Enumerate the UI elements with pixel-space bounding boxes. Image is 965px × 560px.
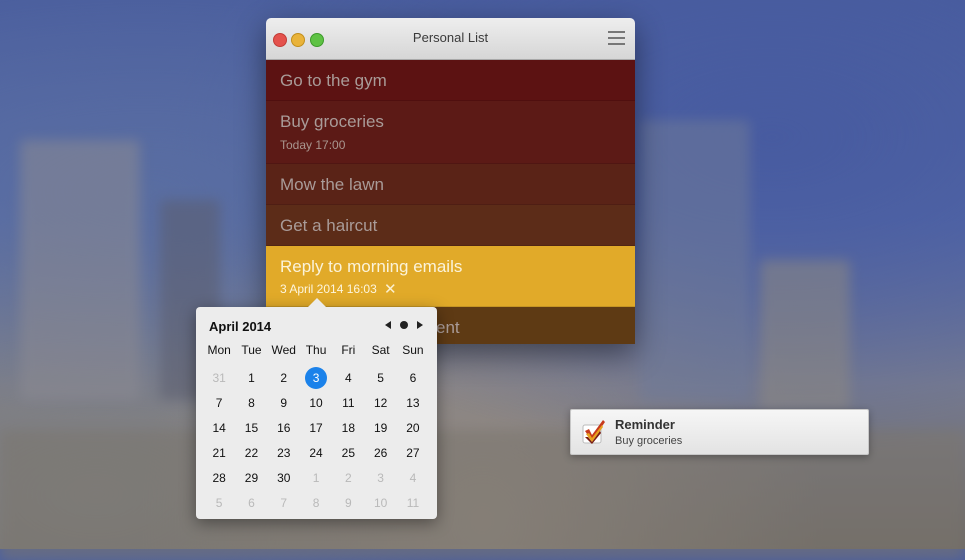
task-title: Go to the gym	[280, 71, 387, 90]
task-title: Buy groceries	[280, 112, 384, 131]
weekday-header: Sun	[402, 343, 424, 357]
task-item[interactable]: Go to the gym	[266, 60, 635, 101]
calendar-day-outside[interactable]: 8	[300, 491, 332, 516]
calendar-day[interactable]: 30	[268, 466, 300, 491]
calendar-day[interactable]: 15	[235, 416, 267, 441]
calendar-day[interactable]: 5	[364, 366, 396, 391]
task-title: Mow the lawn	[280, 175, 384, 194]
calendar-month-label: April 2014	[209, 319, 272, 334]
calendar-day[interactable]: 16	[268, 416, 300, 441]
calendar-day[interactable]: 22	[235, 441, 267, 466]
weekday-header: Thu	[305, 343, 327, 357]
notification-body: Buy groceries	[615, 435, 683, 447]
calendar-day[interactable]: 2	[268, 366, 300, 391]
calendar-day[interactable]: 4	[332, 366, 364, 391]
calendar-day-outside[interactable]: 7	[268, 491, 300, 516]
background-building	[760, 260, 850, 410]
calendar-day-outside[interactable]: 3	[364, 466, 396, 491]
previous-month-icon[interactable]	[385, 321, 391, 329]
popover-arrow	[308, 298, 326, 307]
calendar-day-outside[interactable]: 31	[203, 366, 235, 391]
weekday-header: Mon	[207, 343, 231, 357]
calendar-day[interactable]: 10	[300, 391, 332, 416]
task-item[interactable]: Mow the lawn	[266, 164, 635, 205]
calendar-day[interactable]: 29	[235, 466, 267, 491]
today-dot-icon[interactable]	[400, 321, 408, 329]
reminders-window: Personal List Go to the gym Buy grocerie…	[266, 18, 635, 344]
calendar-day-outside[interactable]: 5	[203, 491, 235, 516]
next-month-icon[interactable]	[417, 321, 423, 329]
calendar-day[interactable]: 14	[203, 416, 235, 441]
weekday-header: Wed	[271, 343, 296, 357]
calendar-day[interactable]: 11	[332, 391, 364, 416]
window-title: Personal List	[412, 30, 489, 45]
weekday-header: Fri	[341, 343, 356, 357]
titlebar: Personal List	[266, 18, 635, 60]
calendar-day-outside[interactable]: 2	[332, 466, 364, 491]
calendar-day[interactable]: 20	[397, 416, 429, 441]
task-title: ent	[436, 318, 460, 337]
calendar-day[interactable]: 21	[203, 441, 235, 466]
calendar-day[interactable]: 9	[268, 391, 300, 416]
calendar-day[interactable]: 7	[203, 391, 235, 416]
task-due-date[interactable]: 3 April 2014 16:03	[280, 282, 377, 296]
calendar-day-outside[interactable]: 1	[300, 466, 332, 491]
calendar-day[interactable]: 18	[332, 416, 364, 441]
calendar-day[interactable]: 26	[364, 441, 396, 466]
date-picker-popover: April 2014 Mon Tue Wed Thu Fri Sat Sun 31 1 2 3 4 5 6…	[196, 298, 437, 519]
calendar-nav	[385, 321, 423, 329]
calendar-day[interactable]: 13	[397, 391, 429, 416]
background-building	[640, 120, 750, 400]
calendar-day[interactable]: 23	[268, 441, 300, 466]
calendar-day-outside[interactable]: 9	[332, 491, 364, 516]
task-item[interactable]: Buy groceries Today 17:00	[266, 101, 635, 164]
calendar-day[interactable]: 27	[397, 441, 429, 466]
task-title: Get a haircut	[280, 216, 378, 235]
calendar-day[interactable]: 8	[235, 391, 267, 416]
calendar-day[interactable]: 12	[364, 391, 396, 416]
calendar-day-outside[interactable]: 10	[364, 491, 396, 516]
clear-date-icon[interactable]: ✕	[384, 280, 397, 298]
task-item[interactable]: Get a haircut	[266, 205, 635, 246]
task-title: Reply to morning emails	[280, 257, 463, 276]
calendar-day[interactable]: 1	[235, 366, 267, 391]
calendar-day-outside[interactable]: 4	[397, 466, 429, 491]
reminder-notification[interactable]: Reminder Buy groceries	[570, 409, 869, 455]
calendar-day-outside[interactable]: 11	[397, 491, 429, 516]
checkmark-app-icon	[582, 420, 605, 444]
calendar-grid: Mon Tue Wed Thu Fri Sat Sun 31 1 2 3 4 5 6 7 8 9 10 11 12 13…	[203, 342, 429, 516]
calendar-day-outside[interactable]: 6	[235, 491, 267, 516]
calendar-day[interactable]: 6	[397, 366, 429, 391]
selected-day-label: 3	[305, 367, 328, 389]
weekday-header: Tue	[241, 343, 262, 357]
calendar-day[interactable]: 19	[364, 416, 396, 441]
notification-title: Reminder	[615, 417, 675, 432]
task-due-date: Today 17:00	[280, 138, 346, 152]
calendar-day[interactable]: 24	[300, 441, 332, 466]
hamburger-menu-icon[interactable]	[608, 31, 625, 45]
calendar-day-selected[interactable]: 3	[300, 366, 332, 391]
calendar-day[interactable]: 28	[203, 466, 235, 491]
calendar-day[interactable]: 17	[300, 416, 332, 441]
background-building	[20, 140, 140, 400]
calendar-day[interactable]: 25	[332, 441, 364, 466]
weekday-header: Sat	[371, 343, 390, 357]
